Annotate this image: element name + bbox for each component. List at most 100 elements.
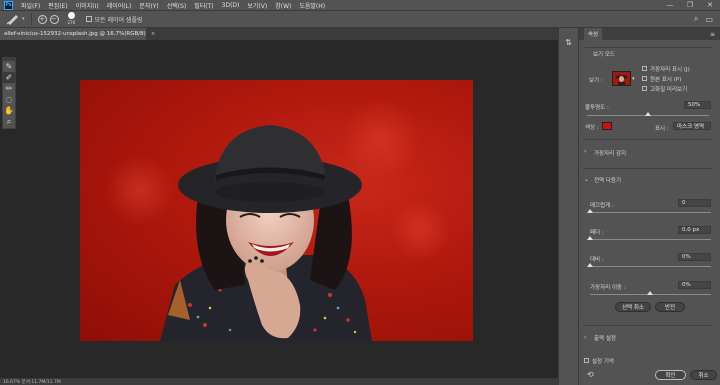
contrast-slider-thumb[interactable] xyxy=(587,263,593,267)
hq-preview-label: 고화질 미리보기 xyxy=(650,87,688,93)
chevron-right-icon[interactable]: › xyxy=(584,334,586,341)
status-text: 16.67% 문서:11.7M/11.7M xyxy=(3,379,61,385)
quick-selection-tool-icon[interactable]: ✎ xyxy=(3,61,15,72)
search-icon[interactable]: ⌕ xyxy=(694,14,698,24)
show-edge-checkbox[interactable] xyxy=(642,66,647,71)
show-edge-label: 가장자리 표시 (J) xyxy=(650,67,690,73)
smooth-label: 매끄럽게 : xyxy=(590,203,614,209)
global-refinements-section[interactable]: 전역 다듬기 xyxy=(594,176,621,184)
view-mode-title: 보기 모드 xyxy=(593,52,615,58)
display-select[interactable]: 마스크 영역 xyxy=(673,122,711,130)
feather-label: 페더 : xyxy=(590,230,604,236)
shift-edge-label: 가장자리 이동 : xyxy=(590,285,626,291)
invert-button[interactable]: 반전 xyxy=(655,302,685,312)
contrast-slider-track[interactable] xyxy=(590,266,711,267)
view-label: 보기 : xyxy=(589,78,603,84)
panel-menu-icon[interactable]: ≡ xyxy=(710,31,715,38)
view-mode-picker[interactable] xyxy=(612,71,631,86)
feather-slider-track[interactable] xyxy=(590,239,711,240)
document-tab-bar: allef-vinicius-152932-unsplash.jpg @ 16.… xyxy=(0,28,558,40)
panel-icon-strip: ⇅ xyxy=(558,28,579,385)
cancel-button[interactable]: 취소 xyxy=(690,370,717,380)
photoshop-logo-icon: Ps xyxy=(4,0,13,10)
menu-3d[interactable]: 3D(D) xyxy=(218,2,244,9)
workspace-layout-icon[interactable]: ▭ xyxy=(705,15,713,24)
show-original-label: 원본 표시 (P) xyxy=(650,77,682,83)
window-controls: — ❐ ✕ xyxy=(660,1,720,9)
chevron-down-icon[interactable]: ⌄ xyxy=(584,176,589,183)
transparency-slider-thumb[interactable] xyxy=(645,112,651,116)
smooth-input[interactable]: 0 xyxy=(678,199,711,207)
remember-settings-label: 설정 기억 xyxy=(592,359,614,365)
menu-window[interactable]: 창(W) xyxy=(271,1,295,10)
brush-size-value: 276 xyxy=(67,20,76,25)
portrait-photo xyxy=(105,100,450,341)
brush-tool-icon[interactable]: ✏ xyxy=(3,83,15,94)
document-tab-title: allef-vinicius-152932-unsplash.jpg @ 16.… xyxy=(4,31,146,37)
tools-panel: ✎ ✐ ✏ ◌ ✋ ⌕ xyxy=(2,57,16,129)
menu-file[interactable]: 파일(F) xyxy=(17,1,44,10)
chevron-down-icon[interactable]: ▾ xyxy=(22,16,25,22)
edge-detection-section[interactable]: 가장자리 감지 xyxy=(594,149,626,157)
shift-edge-slider-thumb[interactable] xyxy=(647,291,653,295)
divider xyxy=(585,47,713,48)
chevron-down-icon[interactable]: ▾ xyxy=(632,76,635,82)
menu-image[interactable]: 이미지(I) xyxy=(72,1,103,10)
smooth-slider-track[interactable] xyxy=(590,212,711,213)
menu-select[interactable]: 선택(S) xyxy=(163,1,191,10)
divider xyxy=(583,325,713,326)
smooth-slider-thumb[interactable] xyxy=(587,209,593,213)
close-tab-icon[interactable]: × xyxy=(151,31,156,37)
hq-preview-checkbox[interactable] xyxy=(642,86,647,91)
show-original-checkbox[interactable] xyxy=(642,76,647,81)
minimize-icon[interactable]: — xyxy=(660,1,680,9)
document-image[interactable] xyxy=(80,80,473,341)
properties-header: 속성 ≡ xyxy=(579,28,720,40)
options-bar: ▾ + − 276 모든 레이어 샘플링 ⌕ ▭ xyxy=(0,11,720,28)
lasso-tool-icon[interactable]: ◌ xyxy=(3,94,15,105)
menu-layer[interactable]: 레이어(L) xyxy=(103,1,136,10)
add-mode-button[interactable]: + xyxy=(37,14,47,24)
properties-tab[interactable]: 속성 xyxy=(584,28,603,40)
refine-brush-icon xyxy=(6,15,18,25)
close-icon[interactable]: ✕ xyxy=(700,1,720,9)
menu-bar: Ps 파일(F) 편집(E) 이미지(I) 레이어(L) 문자(Y) 선택(S)… xyxy=(0,0,720,11)
divider xyxy=(30,13,32,25)
brush-tip-icon xyxy=(67,12,75,19)
sample-all-layers-label: 모든 레이어 샘플링 xyxy=(94,16,143,24)
transparency-label: 불투명도 : xyxy=(585,105,609,111)
display-label: 표시 : xyxy=(655,126,669,132)
feather-slider-thumb[interactable] xyxy=(587,236,593,240)
overlay-color-swatch[interactable] xyxy=(602,122,612,130)
feather-input[interactable]: 0.0 px xyxy=(678,226,711,234)
document-tab[interactable]: allef-vinicius-152932-unsplash.jpg @ 16.… xyxy=(0,28,155,40)
brush-size-picker[interactable]: 276 xyxy=(66,12,78,26)
canvas-area[interactable] xyxy=(0,40,558,378)
menu-edit[interactable]: 편집(E) xyxy=(44,1,72,10)
menu-view[interactable]: 보기(V) xyxy=(243,1,271,10)
shift-edge-input[interactable]: 0% xyxy=(678,281,711,289)
output-settings-section[interactable]: 출력 설정 xyxy=(594,334,616,342)
ok-button[interactable]: 확인 xyxy=(655,370,686,380)
transparency-input[interactable]: 50% xyxy=(684,101,711,109)
contrast-input[interactable]: 0% xyxy=(678,253,711,261)
contrast-label: 대비 : xyxy=(590,257,604,263)
clear-selection-button[interactable]: 선택 취소 xyxy=(615,302,651,312)
portrait-thumbnail xyxy=(615,75,628,85)
zoom-tool-icon[interactable]: ⌕ xyxy=(3,116,15,127)
properties-panel-icon[interactable]: ⇅ xyxy=(563,38,575,48)
color-label: 색상 : xyxy=(585,125,599,131)
menu-help[interactable]: 도움말(H) xyxy=(295,1,329,10)
reset-icon[interactable]: ⟲ xyxy=(587,370,594,379)
menu-type[interactable]: 문자(Y) xyxy=(135,1,162,10)
subtract-mode-button[interactable]: − xyxy=(49,14,59,24)
tool-preset-picker[interactable] xyxy=(4,12,22,26)
status-bar: 16.67% 문서:11.7M/11.7M xyxy=(0,378,558,385)
refine-edge-brush-tool-icon[interactable]: ✐ xyxy=(3,72,15,83)
remember-settings-checkbox[interactable] xyxy=(584,358,589,363)
chevron-right-icon[interactable]: › xyxy=(584,148,586,155)
sample-all-layers-checkbox[interactable] xyxy=(85,16,92,22)
restore-icon[interactable]: ❐ xyxy=(680,1,700,9)
hand-tool-icon[interactable]: ✋ xyxy=(3,105,15,116)
menu-filter[interactable]: 필터(T) xyxy=(190,1,217,10)
